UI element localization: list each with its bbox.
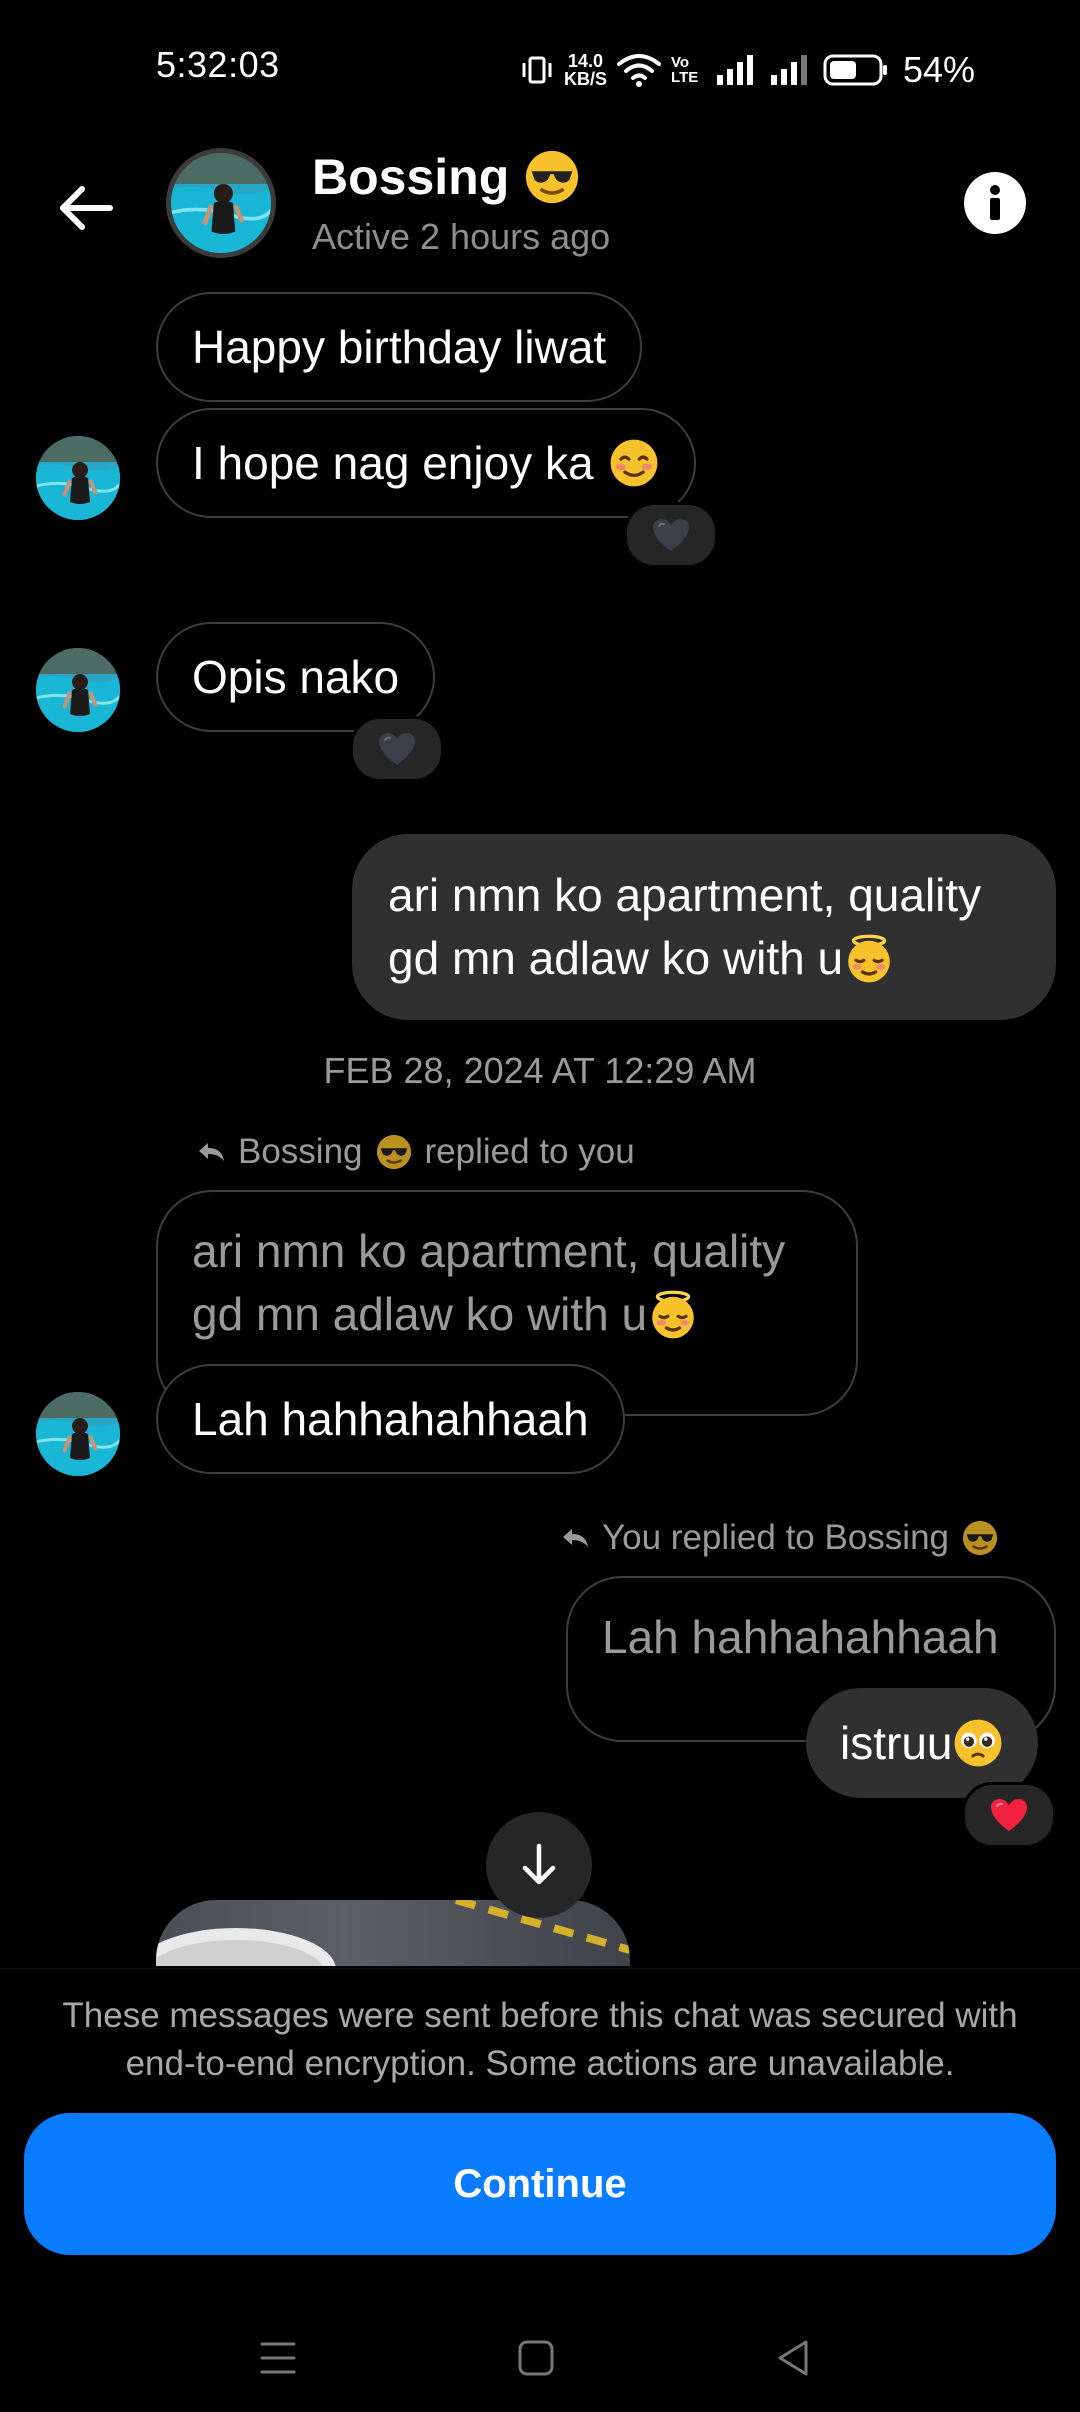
sender-avatar[interactable] (36, 436, 120, 520)
contact-avatar[interactable] (166, 148, 276, 258)
sunglasses-emoji-icon (961, 1519, 999, 1557)
contact-avatar-image (171, 153, 271, 253)
black-heart-icon (651, 517, 691, 553)
reply-arrow-icon (560, 1526, 590, 1550)
status-time: 5:32:03 (156, 44, 280, 85)
reaction-red-heart[interactable] (962, 1782, 1056, 1848)
network-speed-value: 14.0 (567, 51, 604, 71)
message-text: Lah hahhahahhaah (192, 1393, 589, 1445)
reaction-black-heart[interactable] (624, 502, 718, 568)
square-icon (518, 2340, 554, 2376)
active-status: Active 2 hours ago (312, 216, 611, 257)
incoming-message[interactable]: Happy birthday liwat (156, 292, 643, 402)
reply-label: You replied to Bossing (602, 1518, 950, 1557)
nav-home-button[interactable] (508, 2330, 564, 2386)
reply-context: Bossing replied to you (196, 1132, 635, 1172)
message-text-line: gd mn adlaw ko with u (388, 932, 844, 984)
encryption-notice: These messages were sent before this cha… (62, 1996, 1018, 2083)
message-text: Happy birthday liwat (192, 321, 607, 373)
info-button[interactable] (964, 172, 1026, 234)
contact-name-row[interactable]: Bossing (312, 148, 581, 206)
network-speed: 14.0 KB/S (564, 52, 607, 88)
smiling-blush-emoji-icon (608, 437, 660, 489)
back-arrow-icon (60, 186, 113, 230)
message-text: I hope nag enjoy ka (192, 437, 594, 489)
outgoing-message[interactable]: ari nmn ko apartment, quality gd mn adla… (352, 834, 1056, 1020)
back-button[interactable] (48, 170, 124, 246)
continue-button[interactable]: Continue (24, 2113, 1056, 2255)
vibrate-icon (522, 56, 552, 84)
wifi-icon (617, 54, 662, 87)
black-heart-icon (377, 731, 417, 767)
message-text-line: ari nmn ko apartment, quality (388, 869, 982, 921)
sender-avatar-image (36, 1392, 120, 1476)
system-navigation-bar (0, 2300, 1080, 2412)
red-heart-icon (989, 1797, 1029, 1833)
battery-icon (823, 54, 888, 86)
nav-recents-button[interactable] (250, 2330, 306, 2386)
arrow-down-icon (522, 1843, 556, 1885)
sunglasses-emoji-icon (375, 1133, 413, 1171)
nav-back-button[interactable] (766, 2330, 822, 2386)
incoming-message[interactable]: Lah hahhahahhaah (156, 1364, 625, 1474)
contact-name: Bossing (312, 149, 510, 205)
date-divider: FEB 28, 2024 AT 12:29 AM (323, 1050, 757, 1091)
sender-avatar-image (36, 436, 120, 520)
network-speed-unit: KB/S (564, 69, 608, 89)
info-icon (990, 185, 1000, 220)
reaction-black-heart[interactable] (350, 716, 444, 782)
triangle-back-icon (778, 2340, 808, 2376)
menu-lines-icon (260, 2342, 296, 2374)
message-text: istruu (840, 1716, 953, 1769)
message-text: Opis nako (192, 651, 400, 703)
quoted-text: Lah hahhahahhaah (602, 1611, 999, 1663)
pleading-face-emoji-icon (952, 1717, 1004, 1769)
volte-label: Vo LTE (671, 54, 699, 86)
reply-context: You replied to Bossing (560, 1518, 999, 1558)
smiling-halo-emoji-icon (843, 933, 895, 985)
sender-avatar-image (36, 648, 120, 732)
incoming-message[interactable]: I hope nag enjoy ka (156, 408, 696, 518)
signal-icon-2 (771, 55, 808, 85)
footer-divider (0, 1968, 1080, 1969)
battery-percent: 54% (903, 49, 976, 90)
sender-avatar[interactable] (36, 1392, 120, 1476)
sunglasses-emoji-icon (523, 148, 581, 206)
scroll-to-bottom-button[interactable] (486, 1812, 592, 1918)
status-icons: 14.0 KB/S Vo LTE 54% (520, 40, 975, 100)
smiling-halo-emoji-icon (647, 1289, 699, 1341)
continue-button-label: Continue (453, 2161, 627, 2206)
sender-avatar[interactable] (36, 648, 120, 732)
signal-icon-1 (717, 55, 754, 85)
quoted-text-line: ari nmn ko apartment, quality (192, 1225, 786, 1277)
quoted-text-line: gd mn adlaw ko with u (192, 1288, 648, 1340)
reply-label: replied to you (424, 1132, 635, 1171)
reply-sender: Bossing (238, 1132, 363, 1171)
reply-arrow-icon (196, 1140, 226, 1164)
